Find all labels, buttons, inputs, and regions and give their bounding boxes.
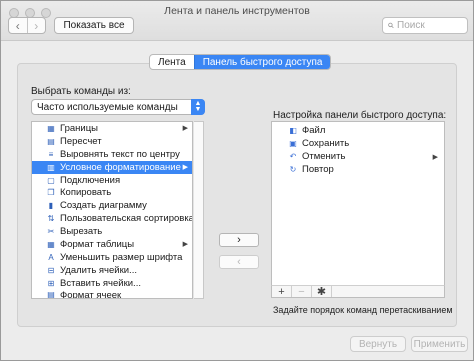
- font-decrease-icon: A: [48, 252, 54, 262]
- preferences-window: Лента и панель инструментов ‹ › Показать…: [0, 0, 474, 361]
- command-list-item[interactable]: ≡ Выровнять текст по центру: [32, 148, 192, 161]
- command-label: Удалить ячейки...: [60, 264, 137, 276]
- scissors-icon: ✂: [47, 227, 55, 237]
- command-label: Уменьшить размер шрифта: [60, 251, 183, 263]
- undo-icon: ↶: [289, 152, 297, 161]
- submenu-arrow-icon: ▶: [182, 125, 188, 133]
- remove-command-button[interactable]: ‹: [219, 255, 259, 269]
- file-icon: ◧: [289, 126, 297, 135]
- command-list-item[interactable]: ⊟ Удалить ячейки...: [32, 264, 192, 277]
- command-list-item[interactable]: ▦ Формат таблицы ▶: [32, 238, 192, 251]
- chart-icon: ▮: [48, 201, 54, 211]
- submenu-arrow-icon: ▶: [182, 241, 188, 249]
- command-label: Формат ячеек: [60, 289, 122, 298]
- submenu-arrow-icon: ▶: [182, 164, 188, 172]
- toolbar-command-item[interactable]: ↻ Повтор: [272, 163, 444, 176]
- command-list-item[interactable]: ▢ Подключения: [32, 174, 192, 187]
- toolbar-commands-list[interactable]: ◧ Файл ▣ Сохранить ↶ Отменить ▶ ↻ Повтор: [271, 121, 445, 286]
- command-list-item[interactable]: A Уменьшить размер шрифта: [32, 251, 192, 264]
- command-list-item[interactable]: ⊞ Вставить ячейки...: [32, 277, 192, 290]
- command-label: Пересчет: [60, 135, 102, 147]
- command-label: Копировать: [60, 187, 112, 199]
- reset-button[interactable]: Вернуть: [350, 336, 406, 352]
- connections-icon: ▢: [47, 175, 55, 185]
- toolbar-command-item[interactable]: ↶ Отменить ▶: [272, 150, 444, 163]
- search-box[interactable]: [382, 17, 468, 34]
- add-command-button[interactable]: ›: [219, 233, 259, 247]
- save-icon: ▣: [289, 139, 297, 148]
- commands-source-dropdown[interactable]: Часто используемые команды ▲ ▼: [31, 99, 205, 115]
- conditional-format-icon: ▥: [47, 162, 55, 172]
- command-list-item[interactable]: ⇅ Пользовательская сортировка...: [32, 212, 192, 225]
- chevron-left-icon: ‹: [15, 18, 20, 33]
- insert-cells-icon: ⊞: [47, 278, 55, 288]
- command-list-item[interactable]: ❐ Копировать: [32, 186, 192, 199]
- toolbar-customize-label: Настройка панели быстрого доступа:: [273, 110, 447, 121]
- commands-list-scrollbar[interactable]: [194, 121, 204, 299]
- navigation-buttons: ‹ ›: [8, 17, 46, 34]
- copy-icon: ❐: [47, 188, 55, 198]
- toolbar-list-controls: + − ✱: [271, 285, 445, 298]
- borders-icon: ▦: [47, 123, 55, 133]
- apply-button[interactable]: Применить: [411, 336, 468, 352]
- command-list-item[interactable]: ▮ Создать диаграмму: [32, 199, 192, 212]
- segmented-tabs: Лента Панель быстрого доступа: [149, 54, 332, 70]
- command-label: Создать диаграмму: [60, 200, 147, 212]
- commands-source-value: Часто используемые команды: [37, 101, 178, 113]
- sort-icon: ⇅: [47, 214, 55, 224]
- format-cells-icon: ▤: [47, 290, 55, 298]
- updown-chevron-icon: ▲ ▼: [191, 99, 205, 115]
- title-bar: Лента и панель инструментов ‹ › Показать…: [1, 1, 473, 41]
- command-label: Вырезать: [60, 226, 103, 238]
- toolbar-command-label: Сохранить: [302, 138, 350, 149]
- gear-icon[interactable]: ✱: [312, 286, 332, 298]
- forward-button[interactable]: ›: [26, 18, 46, 33]
- command-label: Границы: [60, 122, 98, 134]
- plus-icon[interactable]: +: [272, 286, 292, 298]
- submenu-arrow-icon: ▶: [432, 153, 438, 161]
- toolbar-command-label: Повтор: [302, 164, 334, 175]
- chevron-right-icon: ›: [34, 18, 39, 33]
- command-list-item[interactable]: ▥ Условное форматирование ▶: [32, 160, 192, 174]
- toolbar-command-label: Отменить: [302, 151, 346, 162]
- tab-quick-access-toolbar[interactable]: Панель быстрого доступа: [193, 55, 331, 69]
- toolbar-command-label: Файл: [302, 125, 326, 136]
- search-icon: [388, 22, 394, 29]
- command-list-item[interactable]: ▤ Пересчет: [32, 135, 192, 148]
- drag-hint-text: Задайте порядок команд перетаскиванием: [273, 305, 453, 315]
- command-label: Пользовательская сортировка...: [60, 213, 193, 225]
- toolbar-command-item[interactable]: ◧ Файл: [272, 124, 444, 137]
- chevron-right-icon: ›: [237, 234, 241, 246]
- align-center-icon: ≡: [48, 149, 54, 159]
- command-label: Формат таблицы: [60, 238, 135, 250]
- command-label: Выровнять текст по центру: [60, 148, 180, 160]
- recalc-icon: ▤: [47, 136, 55, 146]
- window-title: Лента и панель инструментов: [164, 5, 310, 17]
- command-list-item[interactable]: ▤ Формат ячеек: [32, 290, 192, 298]
- redo-icon: ↻: [289, 165, 297, 174]
- delete-cells-icon: ⊟: [47, 265, 55, 275]
- toolbar-command-item[interactable]: ▣ Сохранить: [272, 137, 444, 150]
- chevron-left-icon: ‹: [237, 256, 241, 268]
- command-label: Подключения: [60, 174, 121, 186]
- show-all-button[interactable]: Показать все: [54, 17, 134, 34]
- command-label: Условное форматирование: [60, 161, 181, 173]
- back-button[interactable]: ‹: [9, 18, 27, 33]
- command-label: Вставить ячейки...: [60, 277, 141, 289]
- choose-commands-label: Выбрать команды из:: [31, 86, 131, 97]
- command-list-item[interactable]: ✂ Вырезать: [32, 225, 192, 238]
- table-format-icon: ▦: [47, 239, 55, 249]
- search-input[interactable]: [397, 20, 467, 31]
- command-list-item[interactable]: ▦ Границы ▶: [32, 122, 192, 135]
- tab-ribbon[interactable]: Лента: [150, 55, 194, 69]
- minus-icon[interactable]: −: [292, 286, 312, 298]
- available-commands-list[interactable]: ▦ Границы ▶ ▤ Пересчет ≡ Выровнять текст по це…: [31, 121, 193, 299]
